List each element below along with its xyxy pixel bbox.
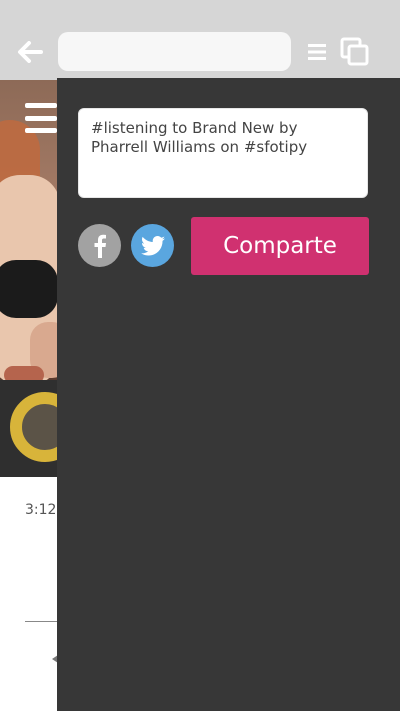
tabs-button[interactable]	[340, 37, 370, 67]
url-field[interactable]	[58, 32, 291, 71]
share-panel: #listening to Brand New by Pharrell Will…	[57, 78, 400, 711]
tabs-icon	[340, 37, 369, 66]
twitter-icon	[140, 235, 165, 255]
back-button[interactable]	[14, 36, 46, 68]
share-button[interactable]: Comparte	[191, 217, 369, 275]
hamburger-icon[interactable]	[25, 103, 57, 133]
share-message-field[interactable]: #listening to Brand New by Pharrell Will…	[78, 108, 368, 198]
progress-bar[interactable]	[25, 621, 60, 622]
menu-lines-icon	[308, 44, 326, 60]
facebook-icon	[94, 234, 106, 258]
album-artwork	[0, 80, 60, 477]
back-arrow-icon	[18, 41, 43, 63]
twitter-share-button[interactable]	[131, 224, 174, 267]
elapsed-time: 3:12	[25, 502, 57, 518]
browser-toolbar	[0, 0, 400, 80]
facebook-share-button[interactable]	[78, 224, 121, 267]
browser-menu-button[interactable]	[304, 38, 330, 66]
